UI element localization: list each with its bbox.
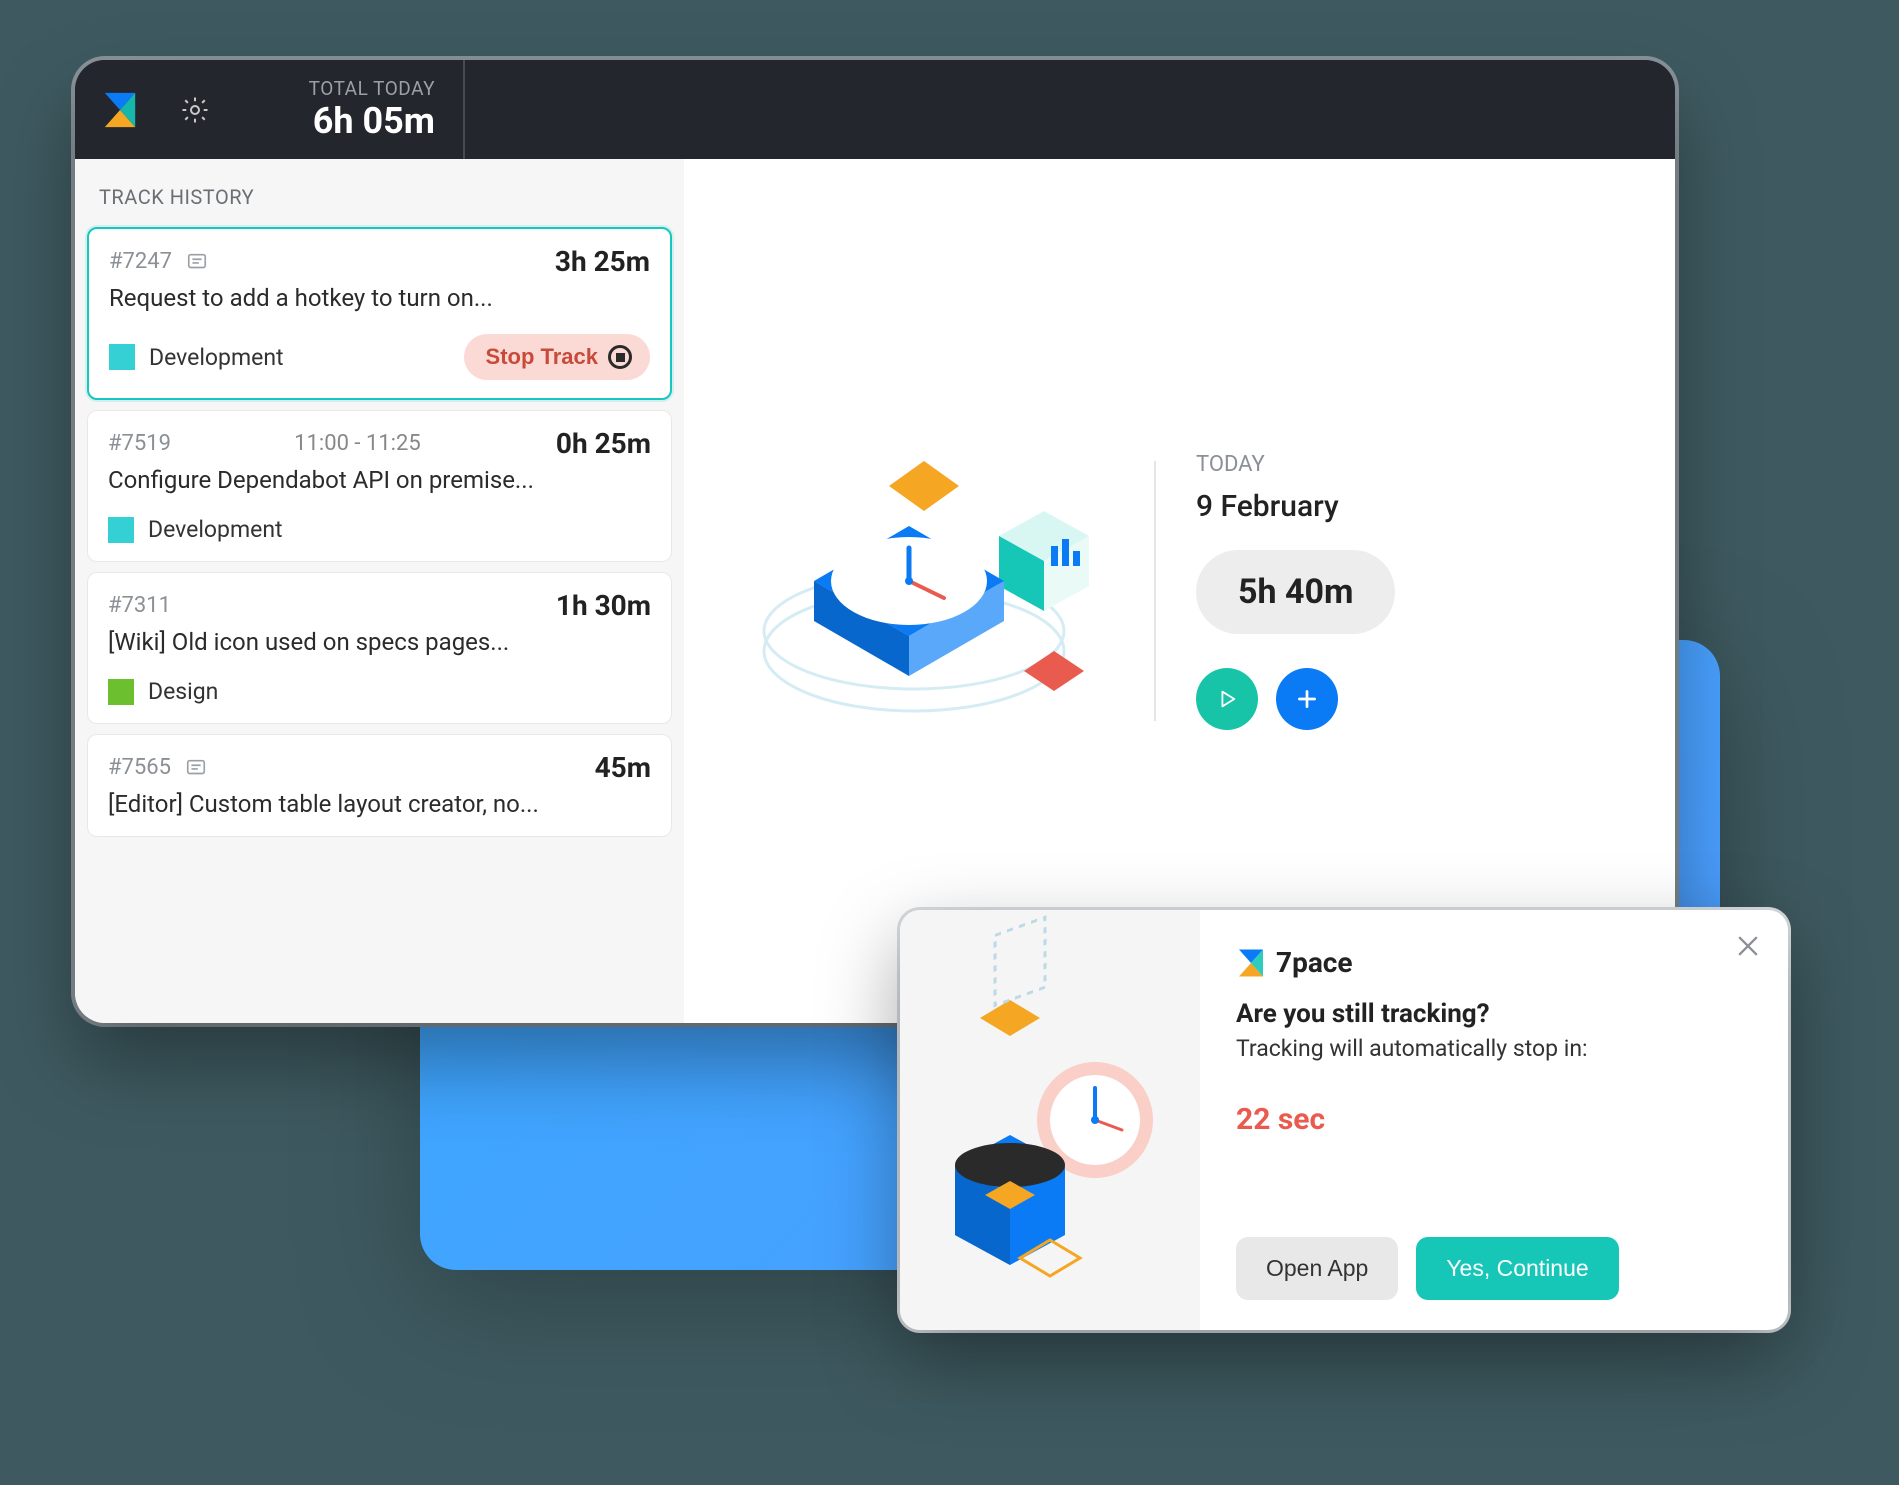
- continue-button[interactable]: Yes, Continue: [1416, 1237, 1618, 1300]
- tracked-time-pill: 5h 40m: [1196, 550, 1395, 634]
- header: TOTAL TODAY 6h 05m: [75, 60, 1675, 159]
- today-label: TODAY: [1196, 452, 1395, 477]
- still-tracking-toast: 7pace Are you still tracking? Tracking w…: [900, 910, 1788, 1330]
- history-item[interactable]: #7565 45m [Editor] Custom table layout cre…: [87, 734, 672, 837]
- track-history-panel: TRACK HISTORY #7247 3h 25m Request to add …: [75, 159, 684, 1023]
- play-button[interactable]: [1196, 668, 1258, 730]
- item-id: #7519: [108, 431, 171, 456]
- item-title: Configure Dependabot API on premise...: [108, 466, 651, 494]
- category-swatch: [108, 679, 134, 705]
- item-id: #7247: [109, 249, 172, 274]
- today-date: 9 February: [1196, 489, 1395, 524]
- countdown: 22 sec: [1236, 1102, 1748, 1137]
- close-button[interactable]: [1734, 932, 1762, 960]
- history-item[interactable]: #7311 1h 30m [Wiki] Old icon used on specs…: [87, 572, 672, 724]
- stop-icon: [608, 345, 632, 369]
- stop-track-button[interactable]: Stop Track: [464, 334, 650, 380]
- note-icon: [186, 251, 208, 273]
- hourglass-logo-icon: [101, 91, 139, 129]
- total-value: 6h 05m: [225, 100, 435, 142]
- item-duration: 1h 30m: [556, 589, 651, 622]
- note-icon: [185, 757, 207, 779]
- history-item[interactable]: #7519 11:00 - 11:25 0h 25m Configure Depend…: [87, 410, 672, 562]
- open-app-button[interactable]: Open App: [1236, 1237, 1398, 1300]
- item-duration: 0h 25m: [556, 427, 651, 460]
- total-today: TOTAL TODAY 6h 05m: [225, 60, 465, 159]
- item-title: [Editor] Custom table layout creator, no…: [108, 790, 651, 818]
- add-button[interactable]: [1276, 668, 1338, 730]
- close-icon: [1734, 932, 1762, 960]
- divider: [1154, 461, 1156, 721]
- item-duration: 3h 25m: [555, 245, 650, 278]
- toast-illustration: [900, 910, 1200, 1330]
- item-id: #7565: [108, 755, 171, 780]
- category-swatch: [109, 344, 135, 370]
- app-logo: [75, 91, 165, 129]
- history-item[interactable]: #7247 3h 25m Request to add a hotkey to tu…: [87, 227, 672, 400]
- plus-icon: [1294, 686, 1320, 712]
- item-range: 11:00 - 11:25: [294, 431, 421, 456]
- brand: 7pace: [1236, 946, 1748, 979]
- category-label: Design: [148, 678, 218, 705]
- category-swatch: [108, 517, 134, 543]
- toast-subtext: Tracking will automatically stop in:: [1236, 1035, 1748, 1062]
- item-duration: 45m: [595, 751, 651, 784]
- item-title: Request to add a hotkey to turn on...: [109, 284, 650, 312]
- brand-logo-icon: [1236, 948, 1266, 978]
- total-label: TOTAL TODAY: [225, 77, 435, 100]
- item-id: #7311: [108, 593, 171, 618]
- category-label: Development: [149, 344, 284, 371]
- category-label: Development: [148, 516, 283, 543]
- clock-illustration: [744, 431, 1114, 751]
- play-icon: [1216, 688, 1238, 710]
- toast-heading: Are you still tracking?: [1236, 999, 1748, 1029]
- brand-name: 7pace: [1276, 946, 1353, 979]
- item-title: [Wiki] Old icon used on specs pages...: [108, 628, 651, 656]
- gear-icon: [180, 95, 210, 125]
- settings-button[interactable]: [165, 95, 225, 125]
- timetracker-window: TOTAL TODAY 6h 05m TRACK HISTORY #7247 3h…: [75, 60, 1675, 1023]
- stop-track-label: Stop Track: [486, 344, 598, 370]
- today-summary: TODAY 9 February 5h 40m: [1196, 452, 1395, 730]
- summary-panel: TODAY 9 February 5h 40m: [684, 159, 1675, 1023]
- section-title: TRACK HISTORY: [75, 159, 684, 227]
